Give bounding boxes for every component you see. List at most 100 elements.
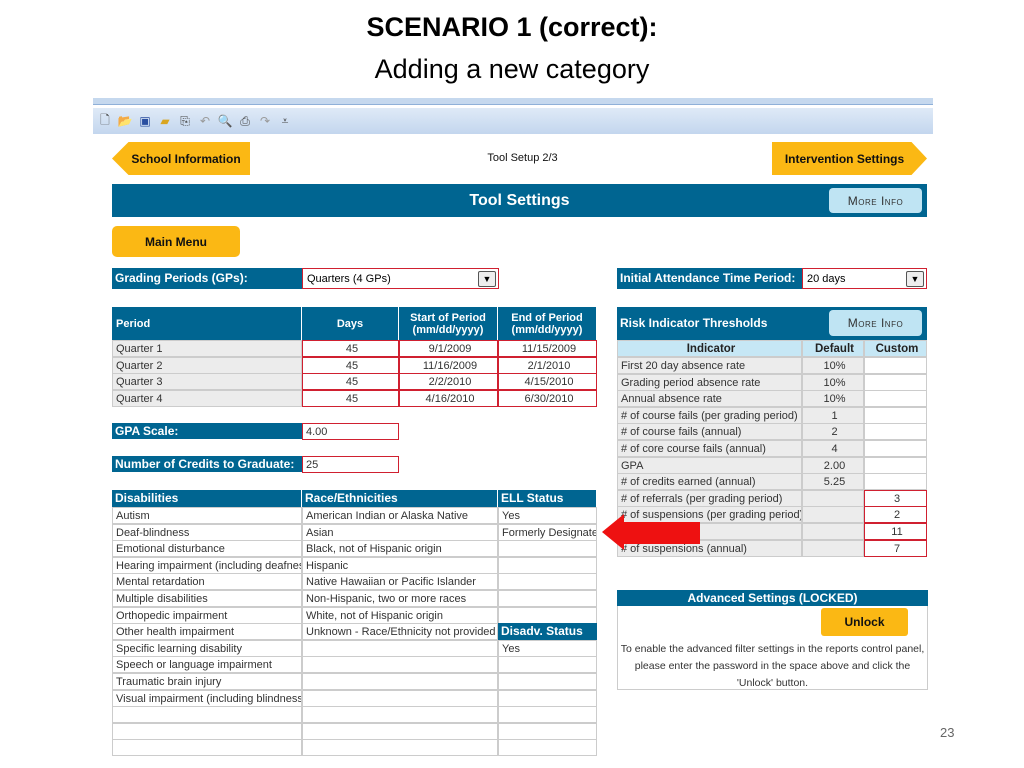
print-icon[interactable]: ⎙ [237,114,253,129]
risk-default: 2.00 [802,456,864,474]
disability-item[interactable] [112,706,302,724]
risk-custom-input[interactable] [864,390,927,408]
ell-item[interactable]: Formerly Designated [498,523,597,541]
unlock-button[interactable]: Unlock [821,608,908,636]
advanced-text-line: please enter the password in the space a… [634,660,911,672]
ell-item[interactable] [498,556,597,574]
gpa-scale-input[interactable]: 4.00 [302,423,399,440]
disability-item[interactable]: Speech or language impairment [112,656,302,674]
risk-custom-input[interactable] [864,406,927,424]
risk-custom-input[interactable]: 11 [864,523,927,540]
period-input[interactable]: 2/1/2010 [498,356,597,374]
school-information-button[interactable]: School Information [112,142,250,175]
disadv-item[interactable] [498,656,597,674]
ell-item[interactable] [498,590,597,607]
race-item[interactable] [302,722,498,740]
race-item[interactable]: Non-Hispanic, two or more races [302,590,498,607]
risk-custom-input[interactable]: 3 [864,489,927,507]
disability-item[interactable]: Other health impairment [112,623,302,641]
race-item[interactable]: Black, not of Hispanic origin [302,540,498,558]
risk-custom-input[interactable]: 7 [864,539,927,557]
print-preview-icon[interactable]: 🔍 [217,114,233,128]
intervention-settings-button[interactable]: Intervention Settings [772,142,927,175]
credits-input[interactable]: 25 [302,456,399,473]
race-item[interactable] [302,673,498,690]
disability-item[interactable]: Hearing impairment (including deafness) [112,556,302,574]
period-input[interactable]: 11/15/2009 [498,340,597,357]
period-input[interactable]: 6/30/2010 [498,389,597,407]
customize-icon[interactable]: ⩡ [277,114,293,129]
disability-item[interactable]: Deaf-blindness [112,523,302,541]
red-arrow-icon [602,514,700,550]
race-item[interactable]: Unknown - Race/Ethnicity not provided [302,623,498,641]
periods-column-header: Period [112,307,302,340]
race-item[interactable] [302,739,498,757]
period-input[interactable]: 4/16/2010 [399,389,498,407]
new-icon[interactable]: 🗋 [97,111,113,132]
slide-title: SCENARIO 1 (correct): [366,12,658,42]
disability-item[interactable]: Visual impairment (including blindness) [112,689,302,707]
race-item[interactable]: American Indian or Alaska Native [302,507,498,524]
risk-more-info-button[interactable]: More Info [829,310,922,336]
disability-item[interactable] [112,739,302,757]
race-item[interactable]: Hispanic [302,556,498,574]
race-item[interactable]: Asian [302,523,498,541]
disability-item[interactable]: Autism [112,507,302,524]
disadv-item[interactable] [498,706,597,724]
chevron-down-icon[interactable]: ▼ [906,271,924,287]
redo-icon[interactable]: ↷ [257,114,273,128]
period-input[interactable]: 2/2/2010 [399,373,498,390]
race-item[interactable] [302,656,498,674]
attendance-period-select[interactable]: 20 days ▼ [802,268,927,289]
undo-icon[interactable]: ↶ [197,114,213,128]
disability-item[interactable]: Emotional disturbance [112,540,302,558]
risk-indicator: # of core course fails (annual) [617,440,802,457]
save-icon[interactable]: ▣ [137,114,153,128]
grading-periods-select[interactable]: Quarters (4 GPs) ▼ [302,268,499,289]
race-item[interactable] [302,689,498,707]
risk-column-header: Default [802,340,864,357]
disability-item[interactable]: Mental retardation [112,573,302,591]
disability-item[interactable]: Multiple disabilities [112,590,302,607]
disability-item[interactable] [112,722,302,740]
period-input[interactable]: 45 [302,340,399,357]
more-info-button[interactable]: More Info [829,188,922,213]
disadv-item[interactable] [498,739,597,757]
disadv-item[interactable] [498,722,597,740]
risk-custom-input[interactable] [864,456,927,474]
disability-item[interactable]: Traumatic brain injury [112,673,302,690]
risk-custom-input[interactable] [864,440,927,457]
period-input[interactable]: 11/16/2009 [399,356,498,374]
page-number: 23 [940,725,955,740]
period-input[interactable]: 9/1/2009 [399,340,498,357]
folder-icon[interactable]: ▰ [157,114,173,128]
period-input[interactable]: 45 [302,356,399,374]
ell-item[interactable] [498,540,597,558]
race-item[interactable]: Native Hawaiian or Pacific Islander [302,573,498,591]
main-menu-button[interactable]: Main Menu [112,226,240,257]
ell-item[interactable]: Yes [498,507,597,524]
race-item[interactable]: White, not of Hispanic origin [302,606,498,624]
period-input[interactable]: 4/15/2010 [498,373,597,390]
grading-periods-label: Grading Periods (GPs): [112,268,302,289]
disadv-item[interactable]: Yes [498,639,597,657]
open-icon[interactable]: 📂 [117,114,133,128]
risk-custom-input[interactable] [864,373,927,391]
period-input[interactable]: 45 [302,389,399,407]
race-item[interactable] [302,639,498,657]
disadv-item[interactable] [498,689,597,707]
period-input[interactable]: 45 [302,373,399,390]
disability-item[interactable]: Orthopedic impairment [112,606,302,624]
risk-custom-input[interactable] [864,473,927,491]
chevron-down-icon[interactable]: ▼ [478,271,496,287]
race-item[interactable] [302,706,498,724]
risk-custom-input[interactable]: 2 [864,506,927,524]
disability-item[interactable]: Specific learning disability [112,639,302,657]
risk-custom-input[interactable] [864,423,927,441]
risk-default: 5.25 [802,473,864,491]
attach-icon[interactable]: ⎘ [177,114,193,129]
ell-item[interactable] [498,606,597,624]
disadv-item[interactable] [498,673,597,690]
ell-item[interactable] [498,573,597,591]
risk-custom-input[interactable] [864,357,927,374]
